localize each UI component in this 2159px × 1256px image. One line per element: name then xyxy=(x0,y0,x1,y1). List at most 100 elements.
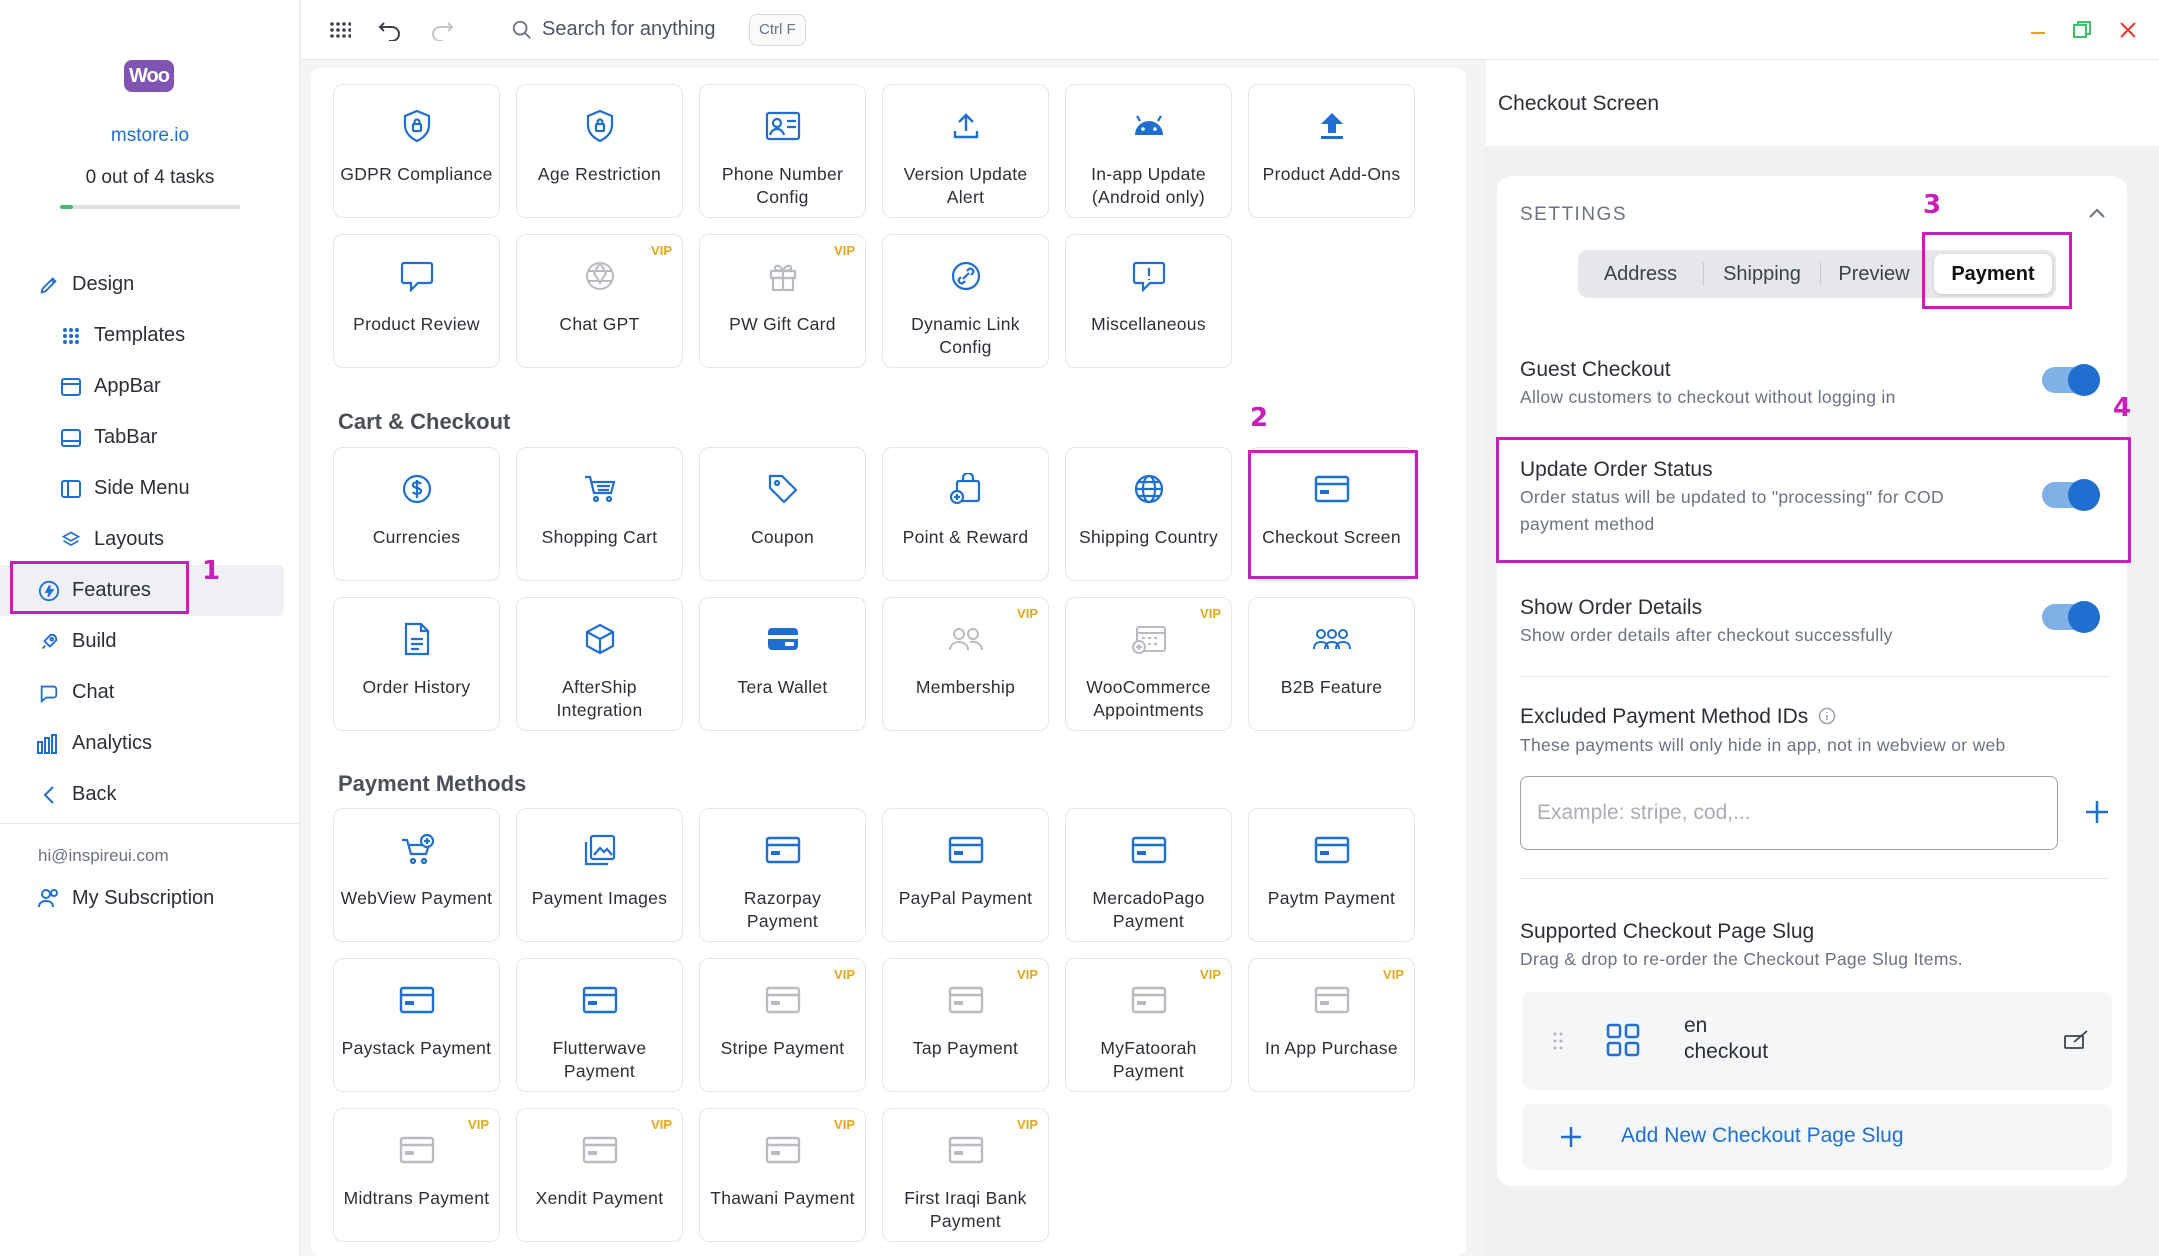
show-order-details-toggle[interactable] xyxy=(2042,601,2100,633)
feature-card-product-review[interactable]: Product Review xyxy=(333,234,500,368)
settings-card: SETTINGS Address Shipping Preview Paymen… xyxy=(1497,176,2127,1186)
feature-card-in-app-purchase[interactable]: In App Purchase VIP xyxy=(1248,958,1415,1092)
feature-card-label: Shipping Country xyxy=(1078,527,1219,547)
feature-card-b2b-feature[interactable]: B2B Feature xyxy=(1248,597,1415,731)
annotation-box-features xyxy=(10,561,189,614)
undo-icon[interactable] xyxy=(376,16,404,44)
tab-preview[interactable]: Preview xyxy=(1821,250,1927,298)
credit-card-icon xyxy=(1249,833,1414,867)
panel-title: Checkout Screen xyxy=(1498,92,1660,115)
feature-card-age-restriction[interactable]: Age Restriction xyxy=(516,84,683,218)
sidebar-item-back[interactable]: Back xyxy=(0,769,300,820)
drag-handle-icon[interactable] xyxy=(1553,1032,1563,1050)
feature-card-woocommerce-appointments[interactable]: WooCommerce Appointments VIP xyxy=(1065,597,1232,731)
add-payment-id-icon[interactable] xyxy=(2083,798,2111,826)
feature-card-aftership-integration[interactable]: AfterShip Integration xyxy=(516,597,683,731)
feature-card-label: WebView Payment xyxy=(340,888,493,908)
info-icon[interactable] xyxy=(1818,707,1836,725)
maximize-icon[interactable] xyxy=(2068,16,2096,44)
chevron-up-icon[interactable] xyxy=(2087,204,2107,224)
redo-icon[interactable] xyxy=(428,16,456,44)
credit-card-icon xyxy=(883,983,1048,1017)
feature-card-version-update-alert[interactable]: Version Update Alert xyxy=(882,84,1049,218)
credit-card-icon xyxy=(1249,983,1414,1017)
sidebar-item-label: Analytics xyxy=(72,732,153,754)
feature-card-label: Phone Number Config xyxy=(721,164,844,207)
feature-card-tera-wallet[interactable]: Tera Wallet xyxy=(699,597,866,731)
search-icon[interactable] xyxy=(508,16,536,44)
feature-card-currencies[interactable]: Currencies xyxy=(333,447,500,581)
feature-card-shipping-country[interactable]: Shipping Country xyxy=(1065,447,1232,581)
feature-card-pw-gift-card[interactable]: PW Gift Card VIP xyxy=(699,234,866,368)
grid-squares-icon xyxy=(1606,1023,1640,1057)
search-input[interactable]: Search for anything xyxy=(542,18,715,41)
shield-lock-icon xyxy=(517,109,682,143)
sidebar-item-layouts[interactable]: Layouts xyxy=(0,514,300,565)
sidebar-item-design[interactable]: Design xyxy=(0,259,300,310)
chevron-left-icon xyxy=(36,782,62,808)
feature-card-midtrans-payment[interactable]: Midtrans Payment VIP xyxy=(333,1108,500,1242)
checkout-slug-item[interactable]: en checkout xyxy=(1522,992,2112,1090)
feature-card-membership[interactable]: Membership VIP xyxy=(882,597,1049,731)
minimize-icon[interactable] xyxy=(2024,16,2052,44)
feature-card-label: AfterShip Integration xyxy=(556,677,643,720)
sidebar-item-analytics[interactable]: Analytics xyxy=(0,718,300,769)
tab-address[interactable]: Address xyxy=(1578,250,1703,298)
section-title-payment-methods: Payment Methods xyxy=(338,771,527,796)
feature-card-webview-payment[interactable]: WebView Payment xyxy=(333,808,500,942)
feature-card-paystack-payment[interactable]: Paystack Payment xyxy=(333,958,500,1092)
feature-card-payment-images[interactable]: Payment Images xyxy=(516,808,683,942)
feature-card-paytm-payment[interactable]: Paytm Payment xyxy=(1248,808,1415,942)
feature-card-mercadopago-payment[interactable]: MercadoPago Payment xyxy=(1065,808,1232,942)
sidebar-item-label: Layouts xyxy=(94,528,165,550)
credit-card-icon xyxy=(700,1133,865,1167)
feature-card-dynamic-link-config[interactable]: Dynamic Link Config xyxy=(882,234,1049,368)
tab-shipping[interactable]: Shipping xyxy=(1704,250,1820,298)
feature-card-gdpr-compliance[interactable]: GDPR Compliance xyxy=(333,84,500,218)
arrow-up-icon xyxy=(1249,109,1414,143)
add-slug-label: Add New Checkout Page Slug xyxy=(1621,1124,1904,1147)
feature-card-phone-number-config[interactable]: Phone Number Config xyxy=(699,84,866,218)
excluded-payment-input[interactable]: Example: stripe, cod,... xyxy=(1520,776,2058,850)
feature-card-shopping-cart[interactable]: Shopping Cart xyxy=(516,447,683,581)
edit-icon[interactable] xyxy=(2064,1030,2090,1050)
guest-checkout-toggle[interactable] xyxy=(2042,364,2100,396)
add-checkout-slug-button[interactable]: Add New Checkout Page Slug xyxy=(1522,1104,2112,1170)
feature-card-tap-payment[interactable]: Tap Payment VIP xyxy=(882,958,1049,1092)
feature-card-in-app-update-android-only[interactable]: In-app Update (Android only) xyxy=(1065,84,1232,218)
feature-card-miscellaneous[interactable]: Miscellaneous xyxy=(1065,234,1232,368)
feature-card-coupon[interactable]: Coupon xyxy=(699,447,866,581)
feature-card-thawani-payment[interactable]: Thawani Payment VIP xyxy=(699,1108,866,1242)
feature-card-xendit-payment[interactable]: Xendit Payment VIP xyxy=(516,1108,683,1242)
close-icon[interactable] xyxy=(2114,16,2142,44)
annotation-number-4: 4 xyxy=(2113,393,2132,423)
sidebar-item-chat[interactable]: Chat xyxy=(0,667,300,718)
feature-card-razorpay-payment[interactable]: Razorpay Payment xyxy=(699,808,866,942)
feature-card-label: Thawani Payment xyxy=(710,1188,855,1208)
feature-card-product-add-ons[interactable]: Product Add-Ons xyxy=(1248,84,1415,218)
vip-badge: VIP xyxy=(1383,967,1404,982)
feature-card-label: Tera Wallet xyxy=(737,677,828,697)
settings-label: SETTINGS xyxy=(1520,204,1628,225)
sidebar-item-tabbar[interactable]: TabBar xyxy=(0,412,300,463)
sidebar-item-templates[interactable]: Templates xyxy=(0,310,300,361)
feature-card-flutterwave-payment[interactable]: Flutterwave Payment xyxy=(516,958,683,1092)
feature-card-label: Age Restriction xyxy=(537,164,662,184)
toggle-knob xyxy=(2068,364,2100,396)
store-name[interactable]: mstore.io xyxy=(0,125,300,147)
feature-card-point-reward[interactable]: Point & Reward xyxy=(882,447,1049,581)
feature-card-stripe-payment[interactable]: Stripe Payment VIP xyxy=(699,958,866,1092)
feature-card-order-history[interactable]: Order History xyxy=(333,597,500,731)
sidebar-item-build[interactable]: Build xyxy=(0,616,300,667)
apps-grid-icon[interactable] xyxy=(326,16,354,44)
feature-card-myfatoorah-payment[interactable]: MyFatoorah Payment VIP xyxy=(1065,958,1232,1092)
shield-lock-icon xyxy=(334,109,499,143)
feature-card-chat-gpt[interactable]: Chat GPT VIP xyxy=(516,234,683,368)
sidebar-item-appbar[interactable]: AppBar xyxy=(0,361,300,412)
users-icon xyxy=(36,885,62,911)
side-menu-icon xyxy=(58,476,84,502)
feature-card-first-iraqi-bank-payment[interactable]: First Iraqi Bank Payment VIP xyxy=(882,1108,1049,1242)
feature-card-paypal-payment[interactable]: PayPal Payment xyxy=(882,808,1049,942)
sidebar-item-side-menu[interactable]: Side Menu xyxy=(0,463,300,514)
my-subscription-link[interactable]: My Subscription xyxy=(36,880,214,916)
